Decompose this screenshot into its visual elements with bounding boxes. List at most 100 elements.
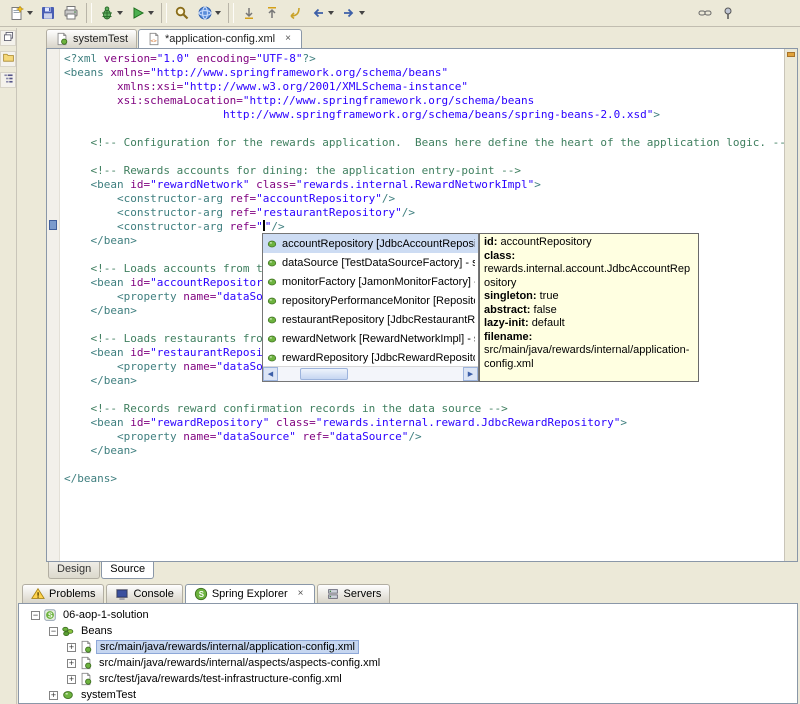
tab-label: Problems bbox=[49, 588, 96, 600]
content-assist-item[interactable]: restaurantRepository [JdbcRestaurantRepo… bbox=[263, 310, 478, 329]
tab-label: Servers bbox=[343, 588, 382, 600]
print-icon bbox=[63, 5, 79, 21]
save-icon bbox=[40, 5, 56, 21]
overview-ruler[interactable] bbox=[784, 49, 797, 561]
scroll-right-button[interactable]: ▶ bbox=[463, 367, 478, 381]
bean-icon bbox=[266, 295, 278, 307]
tree-expander-icon[interactable]: − bbox=[49, 626, 58, 636]
run-button[interactable] bbox=[127, 2, 157, 24]
tab-label: *application-config.xml bbox=[165, 33, 276, 45]
tooltip-field: lazy-init: default bbox=[484, 317, 565, 329]
search-button[interactable] bbox=[171, 2, 193, 24]
content-assist-item[interactable]: dataSource [TestDataSourceFactory] - src… bbox=[263, 253, 478, 272]
tab-label: systemTest bbox=[73, 33, 129, 45]
content-assist-item[interactable]: rewardRepository [JdbcRewardRepository] … bbox=[263, 348, 478, 366]
tree-expander-icon[interactable]: + bbox=[67, 642, 76, 652]
content-assist-item-label: rewardRepository [JdbcRewardRepository] … bbox=[282, 351, 475, 364]
open-web-browser-button[interactable] bbox=[194, 2, 224, 24]
tree-item-label: Beans bbox=[81, 625, 113, 637]
xml-file-icon: <> bbox=[147, 32, 161, 46]
pin-icon bbox=[720, 5, 736, 21]
save-button[interactable] bbox=[37, 2, 59, 24]
link-with-editor-button[interactable] bbox=[694, 2, 716, 24]
outline-shortcut-button[interactable] bbox=[0, 72, 16, 88]
tab-console[interactable]: Console bbox=[106, 584, 183, 603]
debug-button-dropdown-icon[interactable] bbox=[117, 11, 123, 15]
beans-icon bbox=[61, 624, 75, 638]
previous-annotation-button[interactable] bbox=[261, 2, 283, 24]
open-web-browser-button-dropdown-icon[interactable] bbox=[215, 11, 221, 15]
tree-item[interactable]: + src/main/java/rewards/internal/aspects/… bbox=[19, 655, 797, 671]
restore-views-button[interactable] bbox=[0, 30, 16, 46]
tree-item-label: src/test/java/rewards/test-infrastructur… bbox=[99, 673, 342, 685]
close-tab-icon[interactable]: × bbox=[296, 589, 306, 599]
content-assist-item-label: dataSource [TestDataSourceFactory] - src… bbox=[282, 256, 475, 269]
content-assist-list: accountRepository [JdbcAccountRepository… bbox=[263, 234, 478, 366]
package-explorer-shortcut-button[interactable] bbox=[0, 51, 16, 67]
close-tab-icon[interactable]: × bbox=[283, 34, 293, 44]
scroll-left-button[interactable]: ◀ bbox=[263, 367, 278, 381]
tree-expander-icon[interactable]: − bbox=[31, 610, 40, 620]
editor-mode-tabs: Design Source bbox=[46, 562, 155, 580]
tab-spring-explorer[interactable]: S Spring Explorer × bbox=[184, 584, 315, 603]
last-edit-location-button[interactable] bbox=[284, 2, 306, 24]
overview-annotation-marker[interactable] bbox=[787, 52, 795, 57]
scroll-thumb[interactable] bbox=[300, 368, 348, 380]
bean-icon bbox=[266, 333, 278, 345]
debug-button[interactable] bbox=[96, 2, 126, 24]
tab-application-config[interactable]: <> *application-config.xml × bbox=[138, 29, 302, 48]
content-assist-item[interactable]: accountRepository [JdbcAccountRepository… bbox=[263, 234, 478, 253]
new-wizard-button-dropdown-icon[interactable] bbox=[27, 11, 33, 15]
print-button[interactable] bbox=[60, 2, 82, 24]
spring-explorer-tree[interactable]: − S 06-aop-1-solution − Beans + src/main/java/… bbox=[18, 603, 798, 704]
tab-servers[interactable]: Servers bbox=[316, 584, 391, 603]
content-assist-item[interactable]: repositoryPerformanceMonitor [Repository… bbox=[263, 291, 478, 310]
forward-button[interactable] bbox=[338, 2, 368, 24]
content-assist-popup[interactable]: accountRepository [JdbcAccountRepository… bbox=[262, 233, 479, 382]
bottom-panel-tab-bar: Problems Console S Spring Explorer × Ser… bbox=[18, 583, 798, 603]
tab-source[interactable]: Source bbox=[101, 562, 155, 579]
svg-text:<>: <> bbox=[151, 39, 157, 45]
tab-design[interactable]: Design bbox=[48, 562, 101, 579]
run-button-dropdown-icon[interactable] bbox=[148, 11, 154, 15]
new-icon bbox=[9, 5, 25, 21]
content-assist-item[interactable]: rewardNetwork [RewardNetworkImpl] - src/… bbox=[263, 329, 478, 348]
content-assist-item-label: accountRepository [JdbcAccountRepository… bbox=[282, 237, 475, 250]
tree-item[interactable]: + src/main/java/rewards/internal/applicat… bbox=[19, 639, 797, 655]
servers-icon bbox=[326, 587, 340, 601]
globe-icon bbox=[197, 5, 213, 21]
bean-icon bbox=[61, 688, 75, 702]
configfile-icon bbox=[79, 640, 93, 654]
configfile-icon bbox=[79, 672, 93, 686]
tree-item[interactable]: + src/test/java/rewards/test-infrastructu… bbox=[19, 671, 797, 687]
back-button[interactable] bbox=[307, 2, 337, 24]
lastedit-icon bbox=[287, 5, 303, 21]
forward-button-dropdown-icon[interactable] bbox=[359, 11, 365, 15]
annotation-ruler[interactable] bbox=[47, 49, 60, 561]
scroll-track[interactable] bbox=[278, 367, 463, 381]
main-toolbar bbox=[0, 0, 800, 27]
svg-text:S: S bbox=[199, 590, 204, 599]
content-assist-item-label: monitorFactory [JamonMonitorFactory] - s… bbox=[282, 275, 475, 288]
tree-item-label: 06-aop-1-solution bbox=[63, 609, 149, 621]
tree-expander-icon[interactable]: + bbox=[49, 690, 58, 700]
tab-problems[interactable]: Problems bbox=[22, 584, 105, 603]
editor-tab-bar: systemTest <> *application-config.xml × bbox=[46, 28, 798, 48]
tab-systemtest[interactable]: systemTest bbox=[46, 29, 138, 48]
restore-icon bbox=[2, 30, 15, 46]
configfile-icon bbox=[79, 656, 93, 670]
assist-hscrollbar[interactable]: ◀ ▶ bbox=[263, 366, 478, 381]
next-annotation-button[interactable] bbox=[238, 2, 260, 24]
tree-expander-icon[interactable]: + bbox=[67, 674, 76, 684]
pin-editor-button[interactable] bbox=[717, 2, 739, 24]
back-button-dropdown-icon[interactable] bbox=[328, 11, 334, 15]
tree-item[interactable]: + systemTest bbox=[19, 687, 797, 703]
problems-icon bbox=[31, 587, 45, 601]
tree-item-label: systemTest bbox=[81, 689, 137, 701]
new-wizard-button[interactable] bbox=[6, 2, 36, 24]
tree-item[interactable]: − Beans bbox=[19, 623, 797, 639]
content-assist-item[interactable]: monitorFactory [JamonMonitorFactory] - s… bbox=[263, 272, 478, 291]
bean-icon bbox=[266, 276, 278, 288]
tree-item[interactable]: − S 06-aop-1-solution bbox=[19, 607, 797, 623]
tree-expander-icon[interactable]: + bbox=[67, 658, 76, 668]
